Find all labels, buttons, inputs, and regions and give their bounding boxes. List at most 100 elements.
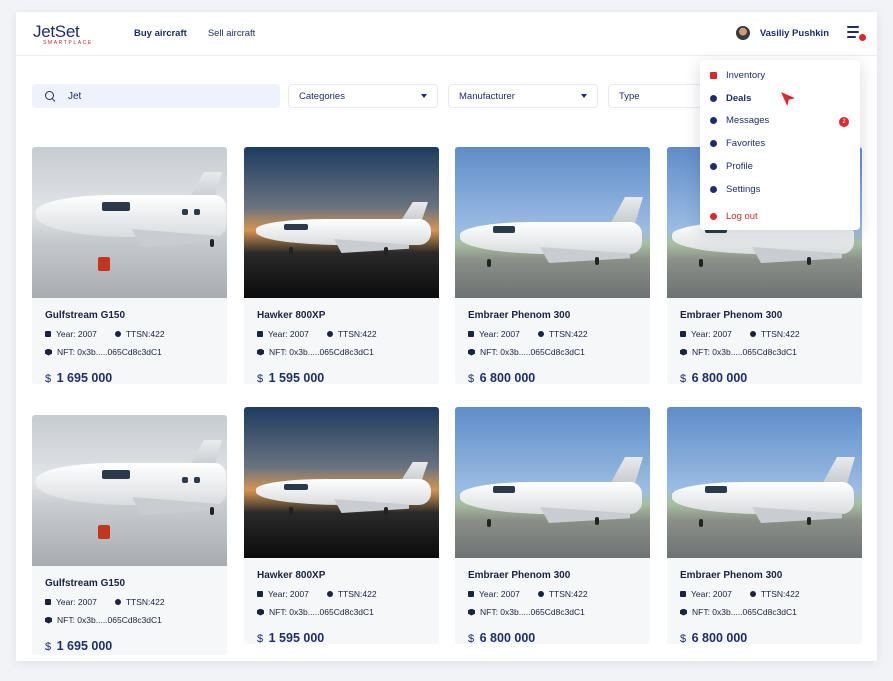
notification-dot [859,34,866,41]
menu-item-deals[interactable]: Deals [700,87,860,110]
listing-card[interactable]: Embraer Phenom 300 Year: 2007 TTSN:422 N… [455,407,650,644]
calendar-icon [468,331,474,337]
user-profile[interactable]: Vasiliy Pushkin [735,26,829,40]
ttsn-text: TTSN:422 [548,329,588,339]
aircraft-photo [32,415,227,566]
menu-item-favorites[interactable]: Favorites [700,132,860,155]
price-currency: $ [468,373,475,384]
aircraft-title: Embraer Phenom 300 [468,310,571,321]
calendar-icon [45,331,51,337]
listing-card[interactable]: Embraer Phenom 300 Year: 2007 TTSN:422 N… [667,407,862,644]
aircraft-photo [667,407,862,558]
calendar-icon [257,331,263,337]
listing-card[interactable]: Gulfstream G150 Year: 2007 TTSN:422 NFT:… [32,415,227,655]
cube-icon [680,608,687,616]
price-currency: $ [468,633,475,644]
nft-text: NFT: 0x3b.....065Cd8c3dC1 [480,347,585,357]
year-text: Year: 2007 [268,589,309,599]
cube-icon [45,616,52,624]
ttsn-text: TTSN:422 [337,329,377,339]
price-value: 1 595 000 [268,371,325,384]
calendar-icon [680,591,686,597]
menu-item-inventory[interactable]: Inventory [700,64,860,87]
listing-card[interactable]: Hawker 800XP Year: 2007 TTSN:422 NFT: 0x… [244,407,439,644]
manufacturer-select[interactable]: Manufacturer [448,84,598,108]
nft-text: NFT: 0x3b.....065Cd8c3dC1 [269,607,374,617]
cube-icon [680,348,687,356]
inventory-icon [710,71,717,79]
messages-badge: 2 [839,116,849,127]
nft-text: NFT: 0x3b.....065Cd8c3dC1 [692,607,797,617]
gear-icon [710,185,717,193]
calendar-icon [468,591,474,597]
price: $ 6 800 000 [680,631,849,644]
main-nav: Buy aircraft Sell aircraft [134,28,255,39]
cube-icon [257,348,264,356]
search-input[interactable] [68,90,248,102]
aircraft-title: Embraer Phenom 300 [468,570,571,581]
menu-item-messages[interactable]: Messages 2 [700,110,860,133]
calendar-icon [257,591,263,597]
logo-wordmark: JetSet [33,22,80,41]
price-currency: $ [680,373,687,384]
cube-icon [468,608,475,616]
year-text: Year: 2007 [691,329,732,339]
year-text: Year: 2007 [479,329,520,339]
price-value: 1 695 000 [56,639,113,653]
search-bar[interactable] [32,84,280,108]
avatar[interactable] [735,26,750,40]
logo[interactable]: JetSet SMARTPLACE [33,23,93,46]
logout-icon [710,212,717,220]
price-value: 6 800 000 [691,371,748,384]
price: $ 1 695 000 [45,639,214,653]
price: $ 6 800 000 [680,371,849,384]
cube-icon [45,348,52,356]
aircraft-photo [32,147,227,298]
year-text: Year: 2007 [268,329,309,339]
listing-card[interactable]: Embraer Phenom 300 Year: 2007 TTSN:422 N… [455,147,650,384]
ttsn-text: TTSN:422 [125,329,165,339]
menu-icon[interactable] [847,25,866,41]
price: $ 1 595 000 [257,631,426,644]
price-currency: $ [45,641,52,653]
year-text: Year: 2007 [56,597,97,607]
price-value: 1 595 000 [268,631,325,644]
user-name[interactable]: Vasiliy Pushkin [760,28,829,39]
price-value: 6 800 000 [691,631,748,644]
categories-select[interactable]: Categories [288,84,438,108]
aircraft-title: Hawker 800XP [257,310,326,321]
menu-item-logout[interactable]: Log out [700,205,860,228]
menu-item-profile[interactable]: Profile [700,155,860,178]
listing-card[interactable]: Gulfstream G150 Year: 2007 TTSN:422 NFT:… [32,147,227,384]
heart-icon [710,140,717,148]
year-text: Year: 2007 [691,589,732,599]
price-value: 6 800 000 [479,371,536,384]
price-currency: $ [45,373,52,384]
nav-sell-aircraft[interactable]: Sell aircraft [208,28,256,39]
user-icon [710,163,717,171]
price: $ 6 800 000 [468,371,637,384]
price: $ 6 800 000 [468,631,637,644]
manufacturer-label: Manufacturer [459,90,515,102]
aircraft-title: Gulfstream G150 [45,578,126,589]
menu-label: Deals [726,92,752,104]
listing-card[interactable]: Hawker 800XP Year: 2007 TTSN:422 NFT: 0x… [244,147,439,384]
top-header: JetSet SMARTPLACE Buy aircraft Sell airc… [16,12,877,56]
menu-item-settings[interactable]: Settings [700,178,860,201]
menu-label: Settings [726,183,761,195]
cube-icon [257,608,264,616]
year-text: Year: 2007 [56,329,97,339]
aircraft-photo [455,407,650,558]
menu-label: Inventory [726,69,766,81]
menu-label: Profile [726,161,753,173]
chevron-down-icon [581,94,587,98]
handshake-icon [710,94,717,102]
nav-buy-aircraft[interactable]: Buy aircraft [134,28,187,39]
aircraft-title: Gulfstream G150 [45,310,126,321]
price: $ 1 595 000 [257,371,426,384]
search-icon [45,91,55,101]
calendar-icon [45,599,51,605]
aircraft-photo [244,407,439,558]
clock-icon [749,331,756,337]
nft-text: NFT: 0x3b.....065Cd8c3dC1 [480,607,585,617]
